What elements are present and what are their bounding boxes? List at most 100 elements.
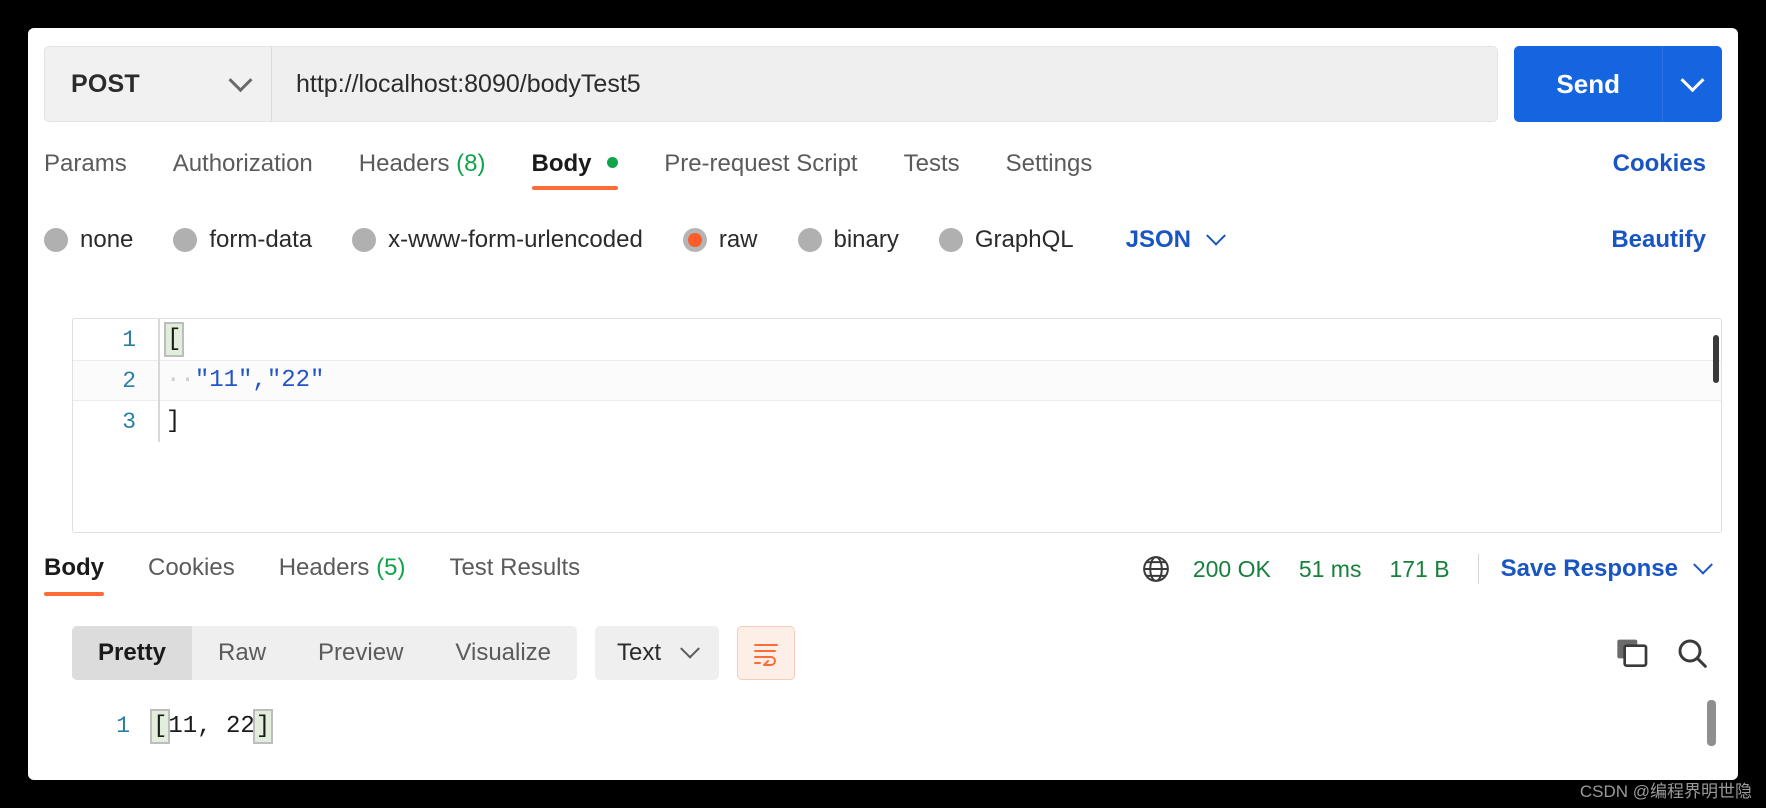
editor-scrollbar-thumb[interactable] xyxy=(1713,335,1719,383)
tab-authorization[interactable]: Authorization xyxy=(173,142,313,178)
response-actions xyxy=(1616,637,1722,669)
raw-format-selector[interactable]: JSON xyxy=(1126,226,1223,254)
response-tab-test-results[interactable]: Test Results xyxy=(449,548,580,582)
line-number: 1 xyxy=(72,713,152,739)
closing-bracket: ] xyxy=(166,408,180,435)
tab-tests[interactable]: Tests xyxy=(904,142,960,178)
response-tab-cookies[interactable]: Cookies xyxy=(148,548,235,582)
request-tabs: Params Authorization Headers (8) Body Pr… xyxy=(44,142,1722,198)
response-tab-headers[interactable]: Headers (5) xyxy=(279,548,406,582)
send-button[interactable]: Send xyxy=(1514,46,1662,122)
chevron-down-icon xyxy=(1693,555,1713,575)
body-type-none[interactable]: none xyxy=(44,226,133,254)
radio-icon xyxy=(352,228,376,252)
url-input[interactable]: http://localhost:8090/bodyTest5 xyxy=(272,46,1498,122)
tab-label: Body xyxy=(44,554,104,581)
save-response-button[interactable]: Save Response xyxy=(1501,555,1722,583)
tab-headers[interactable]: Headers (8) xyxy=(359,142,486,178)
response-view-mode-group: Pretty Raw Preview Visualize xyxy=(72,626,577,680)
tab-label: Settings xyxy=(1006,150,1093,177)
request-body-editor[interactable]: 1 [ 2 ··"11","22" 3 ] xyxy=(72,318,1722,533)
tab-label: Body xyxy=(532,150,592,177)
beautify-button[interactable]: Beautify xyxy=(1611,226,1706,254)
line-content: [ xyxy=(158,319,182,360)
whitespace-dots: ·· xyxy=(166,367,195,394)
response-format-selector[interactable]: Text xyxy=(595,626,719,680)
radio-icon xyxy=(44,228,68,252)
chevron-down-icon xyxy=(680,639,700,659)
view-mode-visualize[interactable]: Visualize xyxy=(429,626,577,680)
tab-label: Tests xyxy=(904,150,960,177)
response-status-group: 200 OK 51 ms 171 B Save Response xyxy=(1141,548,1722,584)
radio-selected-icon xyxy=(683,228,707,252)
editor-line-active: 2 ··"11","22" xyxy=(73,360,1721,401)
postman-request-window: POST http://localhost:8090/bodyTest5 Sen… xyxy=(28,28,1738,780)
radio-label: raw xyxy=(719,226,758,254)
radio-icon xyxy=(798,228,822,252)
tab-label: Headers xyxy=(279,554,370,581)
radio-label: GraphQL xyxy=(975,226,1074,254)
tab-label: Cookies xyxy=(148,554,235,581)
editor-line: 3 ] xyxy=(73,401,1721,442)
tab-body[interactable]: Body xyxy=(532,142,619,178)
response-toolbar: Pretty Raw Preview Visualize Text xyxy=(72,624,1722,682)
response-tabs: Body Cookies Headers (5) Test Results 20… xyxy=(44,548,1722,610)
bracket-match-highlight-close: ] xyxy=(255,711,271,742)
body-modified-dot-icon xyxy=(607,157,618,168)
body-type-row: none form-data x-www-form-urlencoded raw… xyxy=(44,214,1722,266)
radio-icon xyxy=(173,228,197,252)
url-bar: POST http://localhost:8090/bodyTest5 Sen… xyxy=(44,46,1722,122)
body-type-raw[interactable]: raw xyxy=(683,226,758,254)
headers-count: (8) xyxy=(456,150,485,177)
view-mode-raw[interactable]: Raw xyxy=(192,626,292,680)
line-number: 2 xyxy=(73,368,158,394)
chevron-down-icon xyxy=(1680,68,1704,92)
watermark: CSDN @编程界明世隐 xyxy=(1580,777,1752,802)
response-body-viewer[interactable]: 1 [11, 22] xyxy=(72,696,1722,756)
raw-format-label: JSON xyxy=(1126,226,1191,254)
tab-label: Headers xyxy=(359,150,450,177)
send-group: Send xyxy=(1514,46,1722,122)
radio-icon xyxy=(939,228,963,252)
wrap-lines-button[interactable] xyxy=(737,626,795,680)
search-icon[interactable] xyxy=(1676,637,1708,669)
status-code: 200 OK xyxy=(1193,556,1271,583)
json-string-values: "11","22" xyxy=(195,367,325,394)
bracket-match-highlight-open: [ xyxy=(152,711,168,742)
tab-label: Authorization xyxy=(173,150,313,177)
editor-line: 1 [ xyxy=(73,319,1721,360)
response-headers-count: (5) xyxy=(376,554,405,581)
wrap-lines-icon xyxy=(751,640,781,666)
divider xyxy=(1478,554,1479,584)
http-method-selector[interactable]: POST xyxy=(44,46,272,122)
response-body-content: [11, 22] xyxy=(152,713,271,740)
active-tab-underline xyxy=(532,186,619,190)
tab-label: Pre-request Script xyxy=(664,150,857,177)
view-mode-preview[interactable]: Preview xyxy=(292,626,429,680)
response-size: 171 B xyxy=(1389,556,1449,583)
body-type-form-data[interactable]: form-data xyxy=(173,226,312,254)
globe-icon xyxy=(1141,554,1171,584)
active-tab-underline xyxy=(44,592,104,596)
body-type-graphql[interactable]: GraphQL xyxy=(939,226,1074,254)
body-type-binary[interactable]: binary xyxy=(798,226,899,254)
line-content: ··"11","22" xyxy=(158,360,324,401)
line-content: ] xyxy=(158,401,180,442)
radio-label: binary xyxy=(834,226,899,254)
tab-settings[interactable]: Settings xyxy=(1006,142,1093,178)
copy-icon[interactable] xyxy=(1616,638,1648,668)
response-tab-body[interactable]: Body xyxy=(44,548,104,582)
body-type-x-www-form-urlencoded[interactable]: x-www-form-urlencoded xyxy=(352,226,643,254)
save-response-label: Save Response xyxy=(1501,555,1678,583)
cookies-link[interactable]: Cookies xyxy=(1613,142,1706,178)
tab-label: Params xyxy=(44,150,127,177)
tab-pre-request-script[interactable]: Pre-request Script xyxy=(664,142,857,178)
response-scrollbar-thumb[interactable] xyxy=(1707,700,1716,746)
send-options-button[interactable] xyxy=(1662,46,1722,122)
tab-params[interactable]: Params xyxy=(44,142,127,178)
radio-label: x-www-form-urlencoded xyxy=(388,226,643,254)
http-method-label: POST xyxy=(71,70,140,99)
radio-label: none xyxy=(80,226,133,254)
view-mode-pretty[interactable]: Pretty xyxy=(72,626,192,680)
tab-label: Test Results xyxy=(449,554,580,581)
